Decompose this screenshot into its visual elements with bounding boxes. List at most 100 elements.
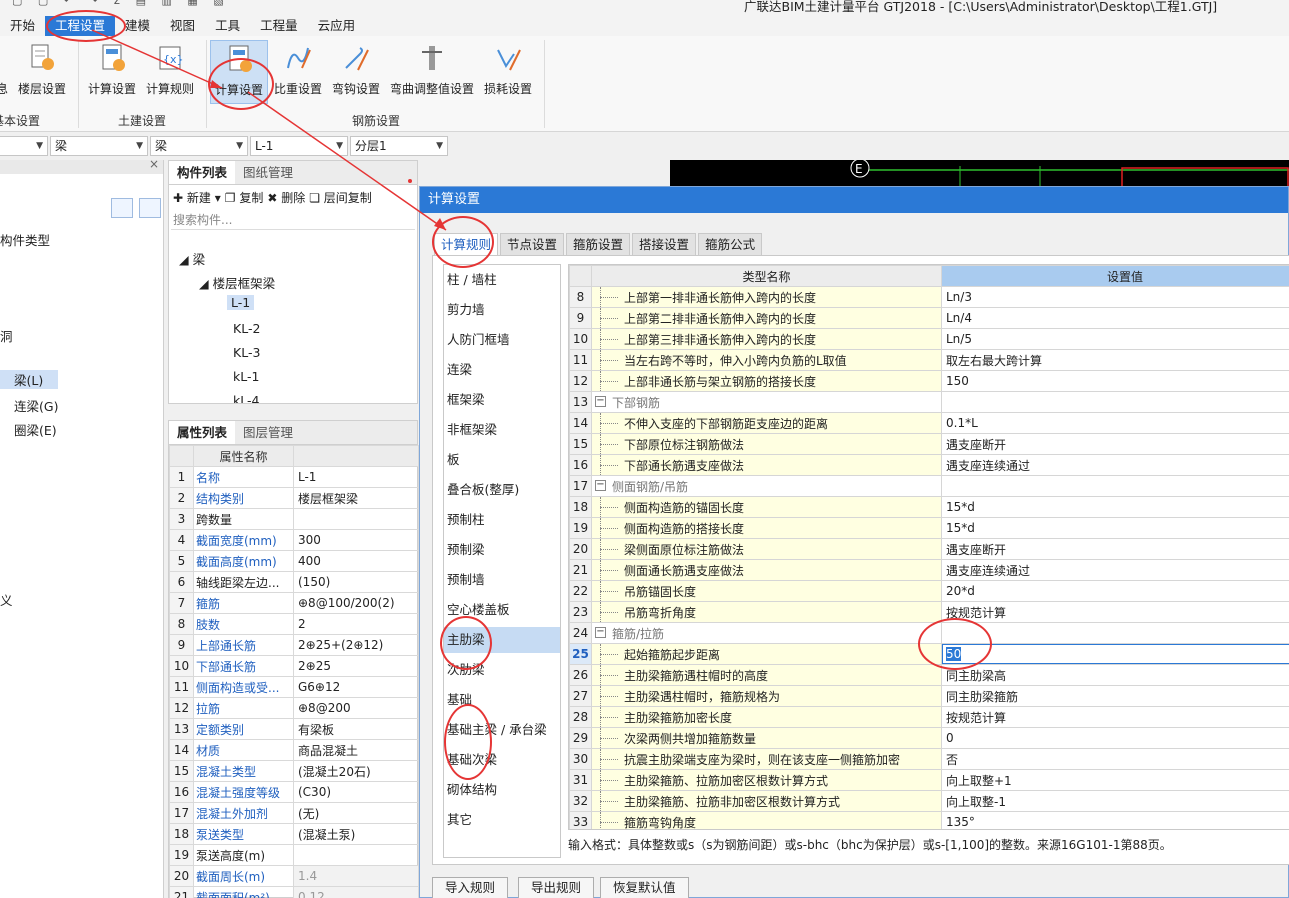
setting-row[interactable]: 29 次梁两侧共增加箍筋数量 0 (569, 727, 1289, 749)
property-row[interactable]: 6 轴线距梁左边... (150) (169, 571, 419, 593)
setting-value[interactable]: 15*d (941, 517, 1289, 539)
close-icon[interactable]: × (149, 157, 159, 171)
property-value[interactable]: L-1 (293, 466, 419, 488)
setting-row[interactable]: 21 侧面通长筋遇支座做法 遇支座连续通过 (569, 559, 1289, 581)
new-button[interactable]: ✚ 新建 ▾ (173, 189, 221, 206)
grid-view-icon[interactable] (139, 198, 161, 218)
property-value[interactable]: (混凝土20石) (293, 760, 419, 782)
category-item[interactable]: 预制柱 (444, 507, 560, 533)
layer-select[interactable]: 分层1 ▼ (350, 136, 448, 156)
setting-value[interactable]: 150 (941, 370, 1289, 392)
property-value[interactable]: 0.12 (293, 886, 419, 898)
property-row[interactable]: 15 混凝土类型 (混凝土20石) (169, 760, 419, 782)
menu-item-5[interactable]: 工程量 (250, 16, 308, 36)
setting-value[interactable]: 遇支座连续通过 (941, 559, 1289, 581)
property-value[interactable]: 300 (293, 529, 419, 551)
import-rules-button[interactable]: 导入规则 (432, 877, 509, 898)
property-value[interactable]: 商品混凝土 (293, 739, 419, 761)
setting-row[interactable]: 9 上部第二排非通长筋伸入跨内的长度 Ln/4 (569, 307, 1289, 329)
category-item[interactable]: 剪力墙 (444, 297, 560, 323)
setting-value[interactable] (941, 475, 1289, 497)
category-item[interactable]: 框架梁 (444, 387, 560, 413)
property-row[interactable]: 5 截面高度(mm) 400 (169, 550, 419, 572)
setting-row[interactable]: 22 吊筋锚固长度 20*d (569, 580, 1289, 602)
property-row[interactable]: 3 跨数量 (169, 508, 419, 530)
setting-row[interactable]: 15 下部原位标注钢筋做法 遇支座断开 (569, 433, 1289, 455)
property-row[interactable]: 7 箍筋 ⊕8@100/200(2) (169, 592, 419, 614)
category-item[interactable]: 预制梁 (444, 537, 560, 563)
collapse-icon[interactable]: − (595, 480, 606, 491)
property-row[interactable]: 9 上部通长筋 2⊕25+(2⊕12) (169, 634, 419, 656)
setting-row[interactable]: 28 主肋梁箍筋加密长度 按规范计算 (569, 706, 1289, 728)
category-item[interactable]: 板 (444, 447, 560, 473)
property-value[interactable]: 2⊕25+(2⊕12) (293, 634, 419, 656)
tab-drawing-management[interactable]: 图纸管理 (235, 161, 301, 184)
drawing-canvas[interactable]: E (670, 160, 1289, 188)
tree-item-opening[interactable]: 洞 (0, 326, 13, 345)
setting-row[interactable]: 23 吊筋弯折角度 按规范计算 (569, 601, 1289, 623)
property-row[interactable]: 8 肢数 2 (169, 613, 419, 635)
category-item[interactable]: 连梁 (444, 357, 560, 383)
property-row[interactable]: 19 泵送高度(m) (169, 844, 419, 866)
property-value[interactable] (293, 508, 419, 530)
property-value[interactable] (293, 844, 419, 866)
setting-row[interactable]: 10 上部第三排非通长筋伸入跨内的长度 Ln/5 (569, 328, 1289, 350)
floor-settings-button[interactable]: 楼层设置 (16, 40, 68, 104)
property-value[interactable]: 2⊕25 (293, 655, 419, 677)
property-row[interactable]: 20 截面周长(m) 1.4 (169, 865, 419, 887)
collapse-icon[interactable]: − (595, 396, 606, 407)
tree-leaf-KL-2[interactable]: KL-2 (233, 321, 260, 336)
dialog-tab-3[interactable]: 搭接设置 (632, 233, 697, 255)
setting-row[interactable]: 8 上部第一排非通长筋伸入跨内的长度 Ln/3 (569, 286, 1289, 308)
dialog-tab-2[interactable]: 箍筋设置 (566, 233, 631, 255)
setting-value[interactable]: 同主肋梁高 (941, 664, 1289, 686)
setting-value[interactable]: 遇支座断开 (941, 433, 1289, 455)
setting-value[interactable] (941, 391, 1289, 413)
hook-settings-button[interactable]: 弯钩设置 (330, 40, 382, 104)
list-view-icon[interactable] (111, 198, 133, 218)
category-item[interactable]: 其它 (444, 807, 560, 833)
property-value[interactable]: ⊕8@100/200(2) (293, 592, 419, 614)
property-value[interactable]: (150) (293, 571, 419, 593)
setting-value[interactable]: 按规范计算 (941, 601, 1289, 623)
category-item[interactable]: 预制墙 (444, 567, 560, 593)
property-value[interactable]: 有梁板 (293, 718, 419, 740)
setting-value[interactable]: 0 (941, 727, 1289, 749)
setting-row[interactable]: 30 抗震主肋梁端支座为梁时，则在该支座一侧箍筋加密否 (569, 748, 1289, 770)
setting-value[interactable]: Ln/5 (941, 328, 1289, 350)
dialog-tab-1[interactable]: 节点设置 (500, 233, 565, 255)
property-value[interactable]: 楼层框架梁 (293, 487, 419, 509)
quick-access-toolbar[interactable]: ▢ ▢ ↶ ↷ Σ ▤ ▥ ▦ ▧ (12, 0, 312, 8)
weight-settings-button[interactable]: 比重设置 (272, 40, 324, 104)
property-value[interactable]: (混凝土泵) (293, 823, 419, 845)
property-value[interactable]: 1.4 (293, 865, 419, 887)
info-button[interactable]: 息 (0, 40, 12, 104)
property-value[interactable]: 400 (293, 550, 419, 572)
tree-leaf-kL-4[interactable]: kL-4 (233, 393, 259, 403)
tree-leaf-kL-1[interactable]: kL-1 (233, 369, 259, 384)
setting-row[interactable]: 18 侧面构造筋的锚固长度 15*d (569, 496, 1289, 518)
category-select[interactable]: 梁 ▼ (50, 136, 148, 156)
component-select[interactable]: L-1 ▼ (250, 136, 348, 156)
floor-copy-button[interactable]: ❏ 层间复制 (309, 189, 372, 206)
component-search-input[interactable]: 搜索构件... (171, 210, 415, 230)
restore-defaults-button[interactable]: 恢复默认值 (600, 877, 689, 898)
setting-row[interactable]: 11 当左右跨不等时，伸入小跨内负筋的L取值 取左右最大跨计算 (569, 349, 1289, 371)
menu-item-6[interactable]: 云应用 (308, 16, 366, 36)
property-row[interactable]: 21 截面面积(m²) 0.12 (169, 886, 419, 898)
export-rules-button[interactable]: 导出规则 (518, 877, 595, 898)
property-row[interactable]: 10 下部通长筋 2⊕25 (169, 655, 419, 677)
setting-row[interactable]: 19 侧面构造筋的搭接长度 15*d (569, 517, 1289, 539)
setting-value-input[interactable]: 50 (942, 644, 1289, 664)
setting-row[interactable]: 26 主肋梁箍筋遇柱帽时的高度 同主肋梁高 (569, 664, 1289, 686)
property-row[interactable]: 17 混凝土外加剂 (无) (169, 802, 419, 824)
property-row[interactable]: 18 泵送类型 (混凝土泵) (169, 823, 419, 845)
delete-button[interactable]: ✖ 删除 (267, 189, 305, 206)
tab-layer-management[interactable]: 图层管理 (235, 421, 301, 444)
setting-row[interactable]: 20 梁侧面原位标注筋做法 遇支座断开 (569, 538, 1289, 560)
type-select[interactable]: 梁 ▼ (150, 136, 248, 156)
tree-node-floor-frame-beam[interactable]: ◢ 楼层框架梁 (199, 273, 275, 292)
category-item[interactable]: 人防门框墙 (444, 327, 560, 353)
setting-value[interactable]: 50 (941, 643, 1289, 665)
calc-rules-button[interactable]: {x} 计算规则 (144, 40, 196, 104)
